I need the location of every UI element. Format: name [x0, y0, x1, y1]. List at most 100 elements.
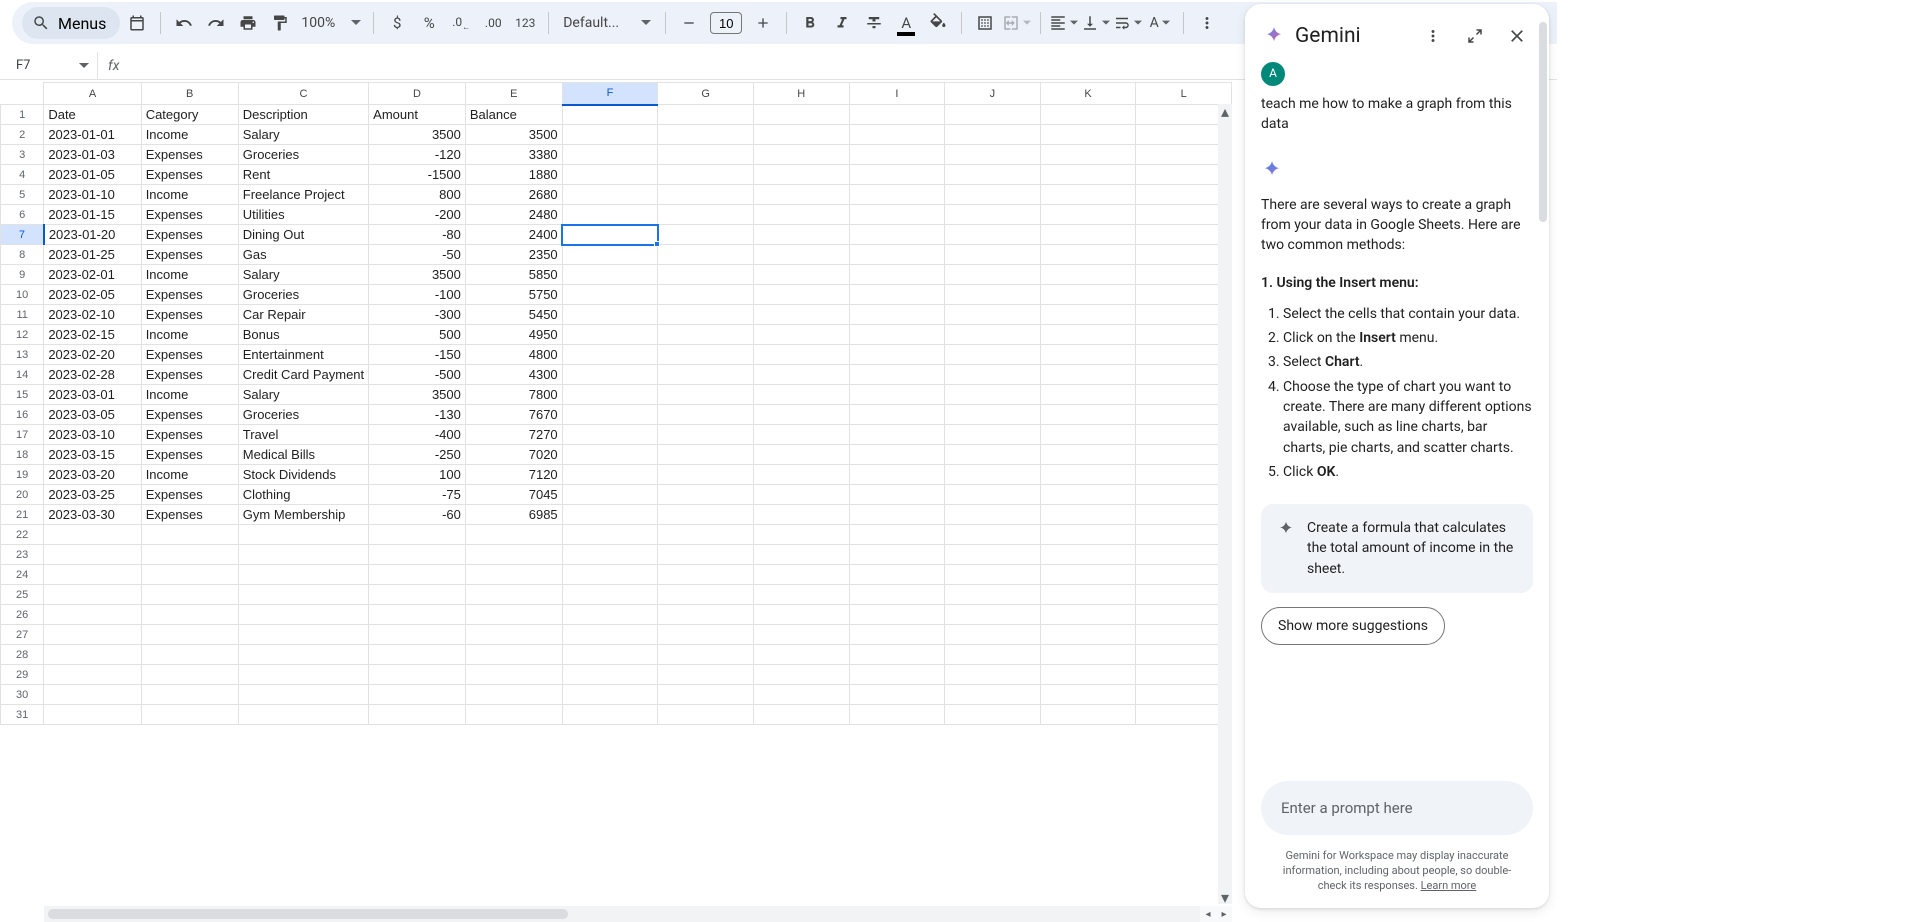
cell-J21[interactable] — [945, 505, 1041, 525]
cell-E21[interactable]: 6985 — [465, 505, 562, 525]
col-header-G[interactable]: G — [658, 83, 754, 105]
cell-A16[interactable]: 2023-03-05 — [44, 405, 141, 425]
cell-J10[interactable] — [945, 285, 1041, 305]
cell-K11[interactable] — [1040, 305, 1136, 325]
cell-G24[interactable] — [658, 565, 754, 585]
panel-scrollbar[interactable] — [1539, 22, 1547, 890]
cell-K18[interactable] — [1040, 445, 1136, 465]
cell-C26[interactable] — [238, 605, 368, 625]
cell-E10[interactable]: 5750 — [465, 285, 562, 305]
cell-H21[interactable] — [753, 505, 849, 525]
cell-E6[interactable]: 2480 — [465, 205, 562, 225]
cell-D1[interactable]: Amount — [369, 105, 466, 125]
cell-G10[interactable] — [658, 285, 754, 305]
cell-I21[interactable] — [849, 505, 945, 525]
row-header-3[interactable]: 3 — [1, 145, 44, 165]
cell-J31[interactable] — [945, 705, 1041, 725]
cell-G5[interactable] — [658, 185, 754, 205]
cell-A2[interactable]: 2023-01-01 — [44, 125, 141, 145]
cell-D10[interactable]: -100 — [369, 285, 466, 305]
cell-D15[interactable]: 3500 — [369, 385, 466, 405]
cell-A29[interactable] — [44, 665, 141, 685]
cell-H28[interactable] — [753, 645, 849, 665]
cell-H18[interactable] — [753, 445, 849, 465]
cell-A19[interactable]: 2023-03-20 — [44, 465, 141, 485]
cell-D18[interactable]: -250 — [369, 445, 466, 465]
cell-H10[interactable] — [753, 285, 849, 305]
cell-F25[interactable] — [562, 585, 658, 605]
col-header-I[interactable]: I — [849, 83, 945, 105]
cell-I26[interactable] — [849, 605, 945, 625]
redo-icon[interactable] — [201, 8, 231, 38]
cell-H30[interactable] — [753, 685, 849, 705]
cell-A22[interactable] — [44, 525, 141, 545]
cell-D12[interactable]: 500 — [369, 325, 466, 345]
bold-icon[interactable] — [795, 8, 825, 38]
cell-A11[interactable]: 2023-02-10 — [44, 305, 141, 325]
cell-H15[interactable] — [753, 385, 849, 405]
row-header-21[interactable]: 21 — [1, 505, 44, 525]
font-select[interactable]: Default... — [557, 15, 657, 31]
cell-C10[interactable]: Groceries — [238, 285, 368, 305]
cell-F14[interactable] — [562, 365, 658, 385]
cell-B8[interactable]: Expenses — [141, 245, 238, 265]
cell-H9[interactable] — [753, 265, 849, 285]
cell-I20[interactable] — [849, 485, 945, 505]
decrease-font-icon[interactable] — [674, 8, 704, 38]
cell-E23[interactable] — [465, 545, 562, 565]
row-header-16[interactable]: 16 — [1, 405, 44, 425]
cell-H4[interactable] — [753, 165, 849, 185]
cell-D4[interactable]: -1500 — [369, 165, 466, 185]
cell-C23[interactable] — [238, 545, 368, 565]
cell-I25[interactable] — [849, 585, 945, 605]
cell-A26[interactable] — [44, 605, 141, 625]
cell-F16[interactable] — [562, 405, 658, 425]
cell-E20[interactable]: 7045 — [465, 485, 562, 505]
cell-J11[interactable] — [945, 305, 1041, 325]
cell-F9[interactable] — [562, 265, 658, 285]
cell-J19[interactable] — [945, 465, 1041, 485]
cell-G3[interactable] — [658, 145, 754, 165]
cell-E25[interactable] — [465, 585, 562, 605]
cell-D7[interactable]: -80 — [369, 225, 466, 245]
cell-H29[interactable] — [753, 665, 849, 685]
cell-B27[interactable] — [141, 625, 238, 645]
cell-A15[interactable]: 2023-03-01 — [44, 385, 141, 405]
col-header-A[interactable]: A — [44, 83, 141, 105]
row-header-27[interactable]: 27 — [1, 625, 44, 645]
cell-B11[interactable]: Expenses — [141, 305, 238, 325]
cell-K31[interactable] — [1040, 705, 1136, 725]
gemini-expand-icon[interactable] — [1459, 20, 1491, 52]
cell-H2[interactable] — [753, 125, 849, 145]
cell-H25[interactable] — [753, 585, 849, 605]
cell-A23[interactable] — [44, 545, 141, 565]
cell-C29[interactable] — [238, 665, 368, 685]
cell-C6[interactable]: Utilities — [238, 205, 368, 225]
cell-G1[interactable] — [658, 105, 754, 125]
cell-C16[interactable]: Groceries — [238, 405, 368, 425]
halign-icon[interactable] — [1049, 8, 1079, 38]
more-icon[interactable] — [1192, 8, 1222, 38]
cell-J25[interactable] — [945, 585, 1041, 605]
cell-D24[interactable] — [369, 565, 466, 585]
cell-D11[interactable]: -300 — [369, 305, 466, 325]
cell-C27[interactable] — [238, 625, 368, 645]
cell-K4[interactable] — [1040, 165, 1136, 185]
cell-G16[interactable] — [658, 405, 754, 425]
cell-E13[interactable]: 4800 — [465, 345, 562, 365]
increase-font-icon[interactable] — [748, 8, 778, 38]
col-header-C[interactable]: C — [238, 83, 368, 105]
cell-C3[interactable]: Groceries — [238, 145, 368, 165]
cell-A25[interactable] — [44, 585, 141, 605]
cell-H1[interactable] — [753, 105, 849, 125]
cell-J12[interactable] — [945, 325, 1041, 345]
cell-E3[interactable]: 3380 — [465, 145, 562, 165]
col-header-F[interactable]: F — [562, 83, 658, 105]
cell-F29[interactable] — [562, 665, 658, 685]
cell-K16[interactable] — [1040, 405, 1136, 425]
cell-I9[interactable] — [849, 265, 945, 285]
cell-J27[interactable] — [945, 625, 1041, 645]
valign-icon[interactable] — [1081, 8, 1111, 38]
cell-J2[interactable] — [945, 125, 1041, 145]
cell-E24[interactable] — [465, 565, 562, 585]
